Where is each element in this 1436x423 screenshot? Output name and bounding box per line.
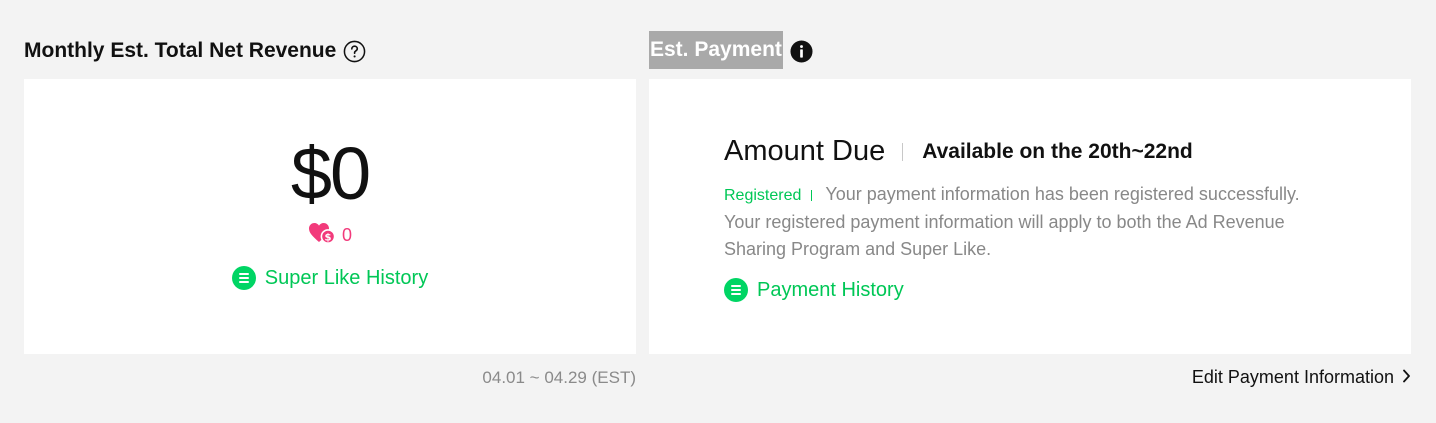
registration-status: Registered Your payment information has b… — [724, 181, 1324, 263]
revenue-amount: $0 — [290, 132, 371, 215]
revenue-section-title: Monthly Est. Total Net Revenue — [24, 34, 366, 68]
revenue-title-text: Monthly Est. Total Net Revenue — [24, 39, 337, 62]
payment-history-label: Payment History — [757, 278, 904, 301]
date-range: 04.01 ~ 04.29 (EST) — [482, 368, 636, 387]
payment-card: Amount Due Available on the 20th~22nd Re… — [649, 79, 1411, 354]
super-like-history-link[interactable]: Super Like History — [231, 266, 429, 290]
status-badge: Registered — [724, 187, 802, 204]
info-circle-icon[interactable] — [790, 39, 813, 63]
heart-coin-icon: $ — [308, 222, 336, 249]
availability-text: Available on the 20th~22nd — [922, 139, 1193, 163]
divider — [902, 142, 904, 161]
payment-history-link[interactable]: Payment History — [724, 278, 904, 302]
chevron-right-icon — [1402, 367, 1411, 388]
status-message: Your payment information has been regist… — [724, 184, 1300, 259]
edit-payment-information-link[interactable]: Edit Payment Information — [1192, 367, 1411, 388]
super-like-history-label: Super Like History — [264, 266, 429, 289]
super-like-count-row: $ 0 — [24, 222, 636, 249]
list-icon — [231, 266, 256, 290]
list-icon — [724, 278, 748, 302]
amount-due-row: Amount Due Available on the 20th~22nd — [724, 135, 1193, 168]
payment-section-title: Est. Payment — [649, 31, 813, 69]
super-like-count: 0 — [341, 225, 352, 245]
status-divider — [811, 189, 813, 201]
amount-due-label: Amount Due — [724, 135, 886, 167]
edit-payment-label: Edit Payment Information — [1191, 367, 1394, 387]
svg-text:$: $ — [325, 232, 332, 243]
question-circle-icon[interactable] — [343, 40, 366, 63]
payment-title-text: Est. Payment — [649, 31, 783, 69]
revenue-card: $0 $ 0 Super Like History — [24, 79, 636, 354]
